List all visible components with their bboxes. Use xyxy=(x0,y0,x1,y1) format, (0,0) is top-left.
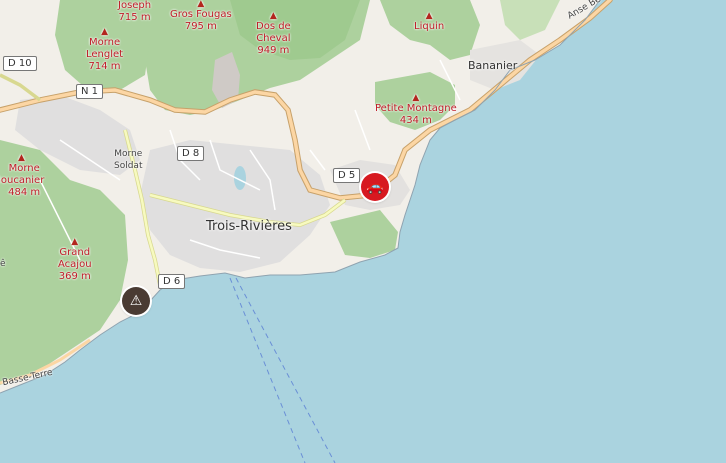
peak-triangle-icon: ▲ xyxy=(71,237,79,247)
peak-petite-montagne[interactable]: ▲ Petite Montagne 434 m xyxy=(375,94,457,127)
peak-triangle-icon: ▲ xyxy=(412,93,420,103)
peak-name: Morne xyxy=(88,37,121,48)
peak-triangle-icon: ▲ xyxy=(101,27,108,37)
place-name-2: Soldat xyxy=(114,161,143,171)
peak-triangle-icon: ▲ xyxy=(197,0,205,9)
peak-name: Petite Montagne xyxy=(375,103,457,114)
peak-name: Joseph xyxy=(118,0,152,11)
ferry-route-1 xyxy=(229,277,306,463)
car-crash-icon: 🚗 xyxy=(366,179,384,195)
peak-name: Gros Fougas xyxy=(170,9,232,20)
peak-elevation: 715 m xyxy=(118,12,151,23)
road-shield-d10[interactable]: D 10 xyxy=(3,56,37,71)
warning-icon: ⚠ xyxy=(129,293,143,309)
place-morne-soldat[interactable]: Morne Soldat xyxy=(114,148,142,172)
peak-name: Grand xyxy=(59,247,91,258)
road-shield-n1[interactable]: N 1 xyxy=(76,84,104,99)
peak-triangle-icon: ▲ xyxy=(269,11,277,21)
peak-name-2: Acajou xyxy=(58,259,92,270)
peak-grand-acajou[interactable]: ▲ Grand Acajou 369 m xyxy=(58,238,92,283)
peak-elevation: 949 m xyxy=(257,45,290,56)
edge-label-fragment: ê xyxy=(0,259,6,269)
road-shield-d5[interactable]: D 5 xyxy=(333,168,361,183)
town-trois-rivieres[interactable]: Trois-Rivières xyxy=(206,220,292,233)
peak-elevation: 369 m xyxy=(58,271,91,282)
road-shield-d8[interactable]: D 8 xyxy=(177,146,205,161)
peak-morne-lenglet[interactable]: ▲ Morne Lenglet 714 m xyxy=(86,28,123,73)
peak-name-2: Lenglet xyxy=(86,49,124,60)
peak-name-2: Cheval xyxy=(256,33,291,44)
peak-joseph[interactable]: Joseph 715 m xyxy=(118,0,151,24)
peak-liquin[interactable]: ▲ Liquin xyxy=(414,12,444,33)
place-name-1: Morne xyxy=(114,149,143,159)
peak-name: Dos de xyxy=(256,21,291,32)
peak-triangle-icon: ▲ xyxy=(425,11,433,21)
peak-dos-de-cheval[interactable]: ▲ Dos de Cheval 949 m xyxy=(256,12,291,57)
peak-elevation: 795 m xyxy=(184,21,217,32)
peak-name: Liquin xyxy=(414,21,445,32)
peak-name: Morne xyxy=(8,163,40,174)
place-bananier[interactable]: Bananier xyxy=(468,60,517,72)
map-canvas[interactable]: Joseph 715 m ▲ Gros Fougas 795 m ▲ Dos d… xyxy=(0,0,726,463)
hazard-marker[interactable]: ⚠ xyxy=(122,287,150,315)
road-shield-d6[interactable]: D 6 xyxy=(158,274,186,289)
peak-triangle-icon: ▲ xyxy=(18,153,25,163)
peak-elevation: 434 m xyxy=(399,115,432,126)
ferry-route-2 xyxy=(235,277,336,463)
peak-gros-fougas[interactable]: ▲ Gros Fougas 795 m xyxy=(170,0,232,33)
incident-marker[interactable]: 🚗 xyxy=(361,173,389,201)
peak-morne-boucanier[interactable]: ▲ Morne Boucanier 484 m xyxy=(0,154,44,199)
peak-elevation: 484 m xyxy=(8,187,41,198)
peak-elevation: 714 m xyxy=(88,61,121,72)
peak-name-2: Boucanier xyxy=(0,175,45,186)
